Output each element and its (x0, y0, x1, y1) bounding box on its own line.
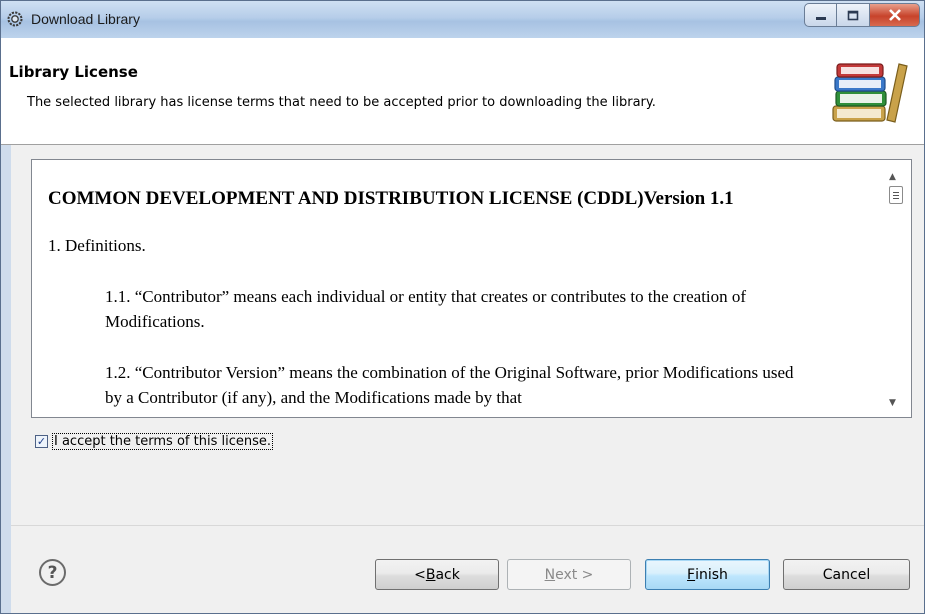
minimize-button[interactable] (804, 3, 837, 27)
scroll-down-arrow-icon[interactable]: ▼ (889, 398, 896, 408)
vertical-scrollbar[interactable]: ▲ ▼ (884, 160, 911, 417)
checkmark-icon: ✓ (36, 434, 47, 448)
next-button-label: ext > (555, 566, 594, 583)
window-controls (804, 3, 920, 29)
finish-button-mnemonic: F (687, 566, 696, 583)
window-title: Download Library (31, 11, 140, 27)
next-button[interactable]: Next > (507, 559, 631, 590)
wizard-header: Library License The selected library has… (1, 38, 924, 145)
accept-license-row[interactable]: ✓ I accept the terms of this license. (35, 431, 273, 451)
definitions-title: 1. Definitions. (48, 236, 146, 255)
books-icon (827, 56, 909, 124)
accept-license-checkbox[interactable]: ✓ (35, 434, 48, 448)
title-bar[interactable]: Download Library (1, 1, 924, 38)
help-icon: ? (47, 562, 58, 583)
scroll-up-arrow-icon[interactable]: ▲ (889, 172, 896, 182)
back-button[interactable]: < Back (375, 559, 499, 590)
cancel-button[interactable]: Cancel (783, 559, 910, 590)
back-button-prefix: < (414, 566, 426, 583)
maximize-icon (847, 6, 859, 25)
finish-button[interactable]: Finish (645, 559, 770, 590)
license-content: COMMON DEVELOPMENT AND DISTRIBUTION LICE… (32, 160, 884, 417)
close-button[interactable] (870, 3, 920, 27)
maximize-button[interactable] (837, 3, 870, 27)
license-paragraph: 1.2. “Contributor Version” means the com… (105, 363, 794, 407)
footer-divider (11, 525, 924, 526)
license-paragraph: 1.1. “Contributor” means each individual… (105, 287, 747, 331)
download-library-dialog: Download Library Library License The sel… (0, 0, 925, 614)
next-button-mnemonic: N (544, 566, 556, 583)
scroll-thumb[interactable] (889, 186, 903, 204)
gear-icon (7, 11, 23, 27)
cancel-button-label: Cancel (822, 566, 871, 583)
accept-license-label[interactable]: I accept the terms of this license. (52, 432, 273, 450)
close-icon (888, 6, 902, 25)
minimize-icon (815, 6, 827, 25)
page-title: Library License (9, 63, 138, 81)
license-text-area[interactable]: COMMON DEVELOPMENT AND DISTRIBUTION LICE… (31, 159, 912, 418)
back-button-mnemonic: B (425, 566, 436, 583)
left-edge (1, 145, 11, 613)
back-button-label: ack (435, 566, 460, 583)
license-heading: COMMON DEVELOPMENT AND DISTRIBUTION LICE… (48, 188, 734, 209)
finish-button-label: inish (695, 566, 728, 583)
page-description: The selected library has license terms t… (27, 95, 656, 110)
help-button[interactable]: ? (39, 559, 66, 586)
